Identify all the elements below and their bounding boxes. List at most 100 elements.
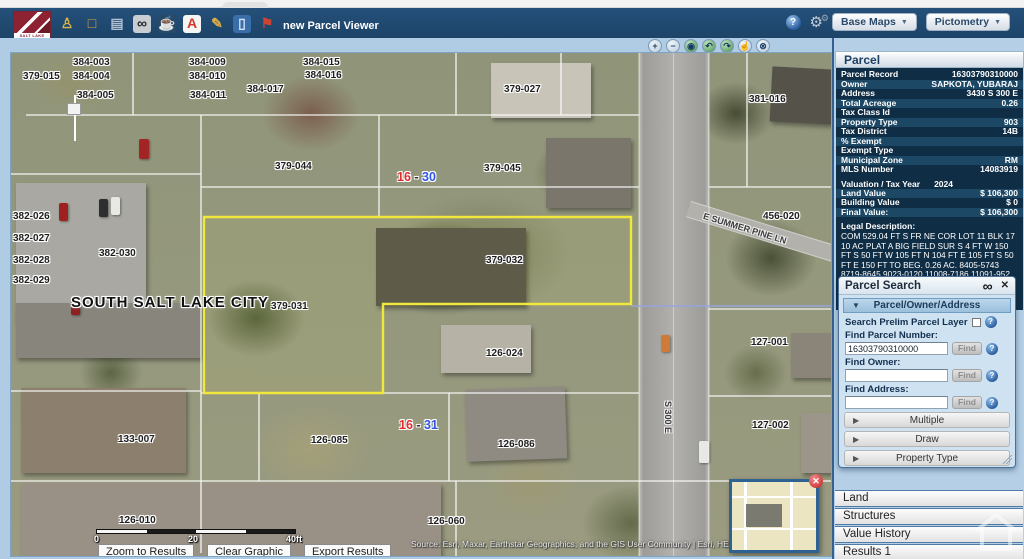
parcel-panel-header[interactable]: Parcel [835, 51, 1024, 68]
valuation-rows: Land Value$ 106,300Building Value$ 0Fina… [836, 189, 1023, 218]
parcel-label: 384-005 [77, 90, 114, 101]
aerial-map[interactable]: 379-015384-003384-004384-005384-009384-0… [10, 52, 832, 557]
help-icon[interactable]: ? [986, 343, 998, 355]
valuation-row: Final Value:$ 106,300 [836, 208, 1023, 218]
lot-red: 16 [399, 418, 413, 432]
settings-gear-icon[interactable]: ⚙⚙ [810, 15, 823, 30]
parcel-label: 384-004 [73, 71, 110, 82]
accordion-label: Draw [915, 434, 938, 445]
find-owner-find-button[interactable]: Find [952, 369, 982, 382]
resize-handle[interactable] [1003, 455, 1012, 464]
notes-icon[interactable]: ▯ [233, 15, 251, 33]
parcel-label: 379-015 [23, 71, 60, 82]
pan-tool[interactable]: ☝ [738, 39, 752, 53]
chevron-right-icon: ▶ [853, 454, 859, 463]
deactivate-tool[interactable]: ⊗ [756, 39, 770, 53]
parcel-label: 379-032 [486, 255, 523, 266]
clear-graphic-button[interactable]: Clear Graphic [207, 544, 291, 557]
export-results-button[interactable]: Export Results [304, 544, 392, 557]
accordion-label: Multiple [910, 415, 944, 426]
select-extent-icon[interactable]: □ [83, 15, 101, 33]
parcel-label: 456-020 [763, 211, 800, 222]
locate-marker-icon[interactable]: ♙ [58, 15, 76, 33]
parcel-label: 126-085 [311, 435, 348, 446]
parcel-info-panel: Parcel Record16303790310000OwnerSAPKOTA,… [836, 68, 1023, 310]
chevron-down-icon: ▼ [901, 19, 908, 26]
logo-mark [14, 12, 50, 33]
find-owner-input[interactable] [845, 369, 948, 382]
inset-extent-box[interactable] [746, 504, 782, 527]
next-extent-tool[interactable]: ↷ [720, 39, 734, 53]
full-extent-tool[interactable]: ◉ [684, 39, 698, 53]
pictometry-button[interactable]: Pictometry ▼ [926, 13, 1010, 31]
chevron-right-icon: ▶ [853, 416, 859, 425]
help-icon[interactable]: ? [986, 397, 998, 409]
binoculars-icon: ∞ [983, 279, 993, 293]
prelim-checkbox[interactable] [972, 318, 981, 327]
parcel-info-value: 0.26 [1001, 99, 1018, 109]
legal-description-label: Legal Description: [841, 221, 1018, 231]
find-address-find-button[interactable]: Find [952, 396, 982, 409]
parcel-search-header[interactable]: Parcel Search ∞ ✕ [839, 277, 1015, 295]
accordion-property-type[interactable]: ▶ Property Type [844, 450, 1010, 466]
base-maps-button[interactable]: Base Maps ▼ [832, 13, 917, 31]
scale-tick-40: 40ft [286, 534, 302, 544]
find-owner-label: Find Owner: [845, 357, 1009, 368]
section-parcel-owner-address[interactable]: ▼ Parcel/Owner/Address [843, 298, 1011, 313]
search-fields: Find Parcel Number:Find?Find Owner:Find?… [839, 330, 1015, 409]
layers-icon[interactable]: ▤ [108, 15, 126, 33]
parcel-label: 379-044 [275, 161, 312, 172]
parcel-label: 127-002 [752, 420, 789, 431]
scale-tick-20: 20 [188, 534, 198, 544]
parcel-label: 381-016 [749, 94, 786, 105]
find-address-input[interactable] [845, 396, 948, 409]
parcel-info-row: MLS Number14083919 [836, 165, 1023, 175]
search-accordions: ▶ Multiple ▶ Draw ▶ Property Type [839, 412, 1015, 466]
help-icon[interactable]: ? [986, 370, 998, 382]
accordion-land[interactable]: Land [835, 490, 1023, 507]
search-binoculars-icon[interactable]: ∞ [133, 15, 151, 33]
parcel-label: 384-010 [189, 71, 226, 82]
accordion-multiple[interactable]: ▶ Multiple [844, 412, 1010, 428]
zoom-to-results-button[interactable]: Zoom to Results [98, 544, 194, 557]
base-maps-label: Base Maps [841, 16, 896, 28]
parcel-info-label: MLS Number [841, 165, 893, 175]
find-parcel-number-label: Find Parcel Number: [845, 330, 1009, 341]
city-label: SOUTH SALT LAKE CITY [71, 294, 269, 311]
help-icon[interactable]: ? [985, 316, 997, 328]
help-icon[interactable]: ? [786, 15, 801, 30]
parcel-label: 384-009 [189, 57, 226, 68]
prelim-label: Search Prelim Parcel Layer [845, 317, 968, 328]
sidebar: Parcel Parcel Record16303790310000OwnerS… [832, 38, 1024, 559]
accordion-results-1[interactable]: Results 1 [835, 544, 1023, 559]
accordion-value-history[interactable]: Value History [835, 526, 1023, 543]
zoom-out-tool[interactable]: − [666, 39, 680, 53]
previous-extent-tool[interactable]: ↶ [702, 39, 716, 53]
find-parcel-number-input[interactable] [845, 342, 948, 355]
find-parcel-number-find-button[interactable]: Find [952, 342, 982, 355]
accordion-label: Property Type [896, 453, 958, 464]
lot-blue: 31 [424, 418, 438, 432]
draw-pencil-icon[interactable]: ✎ [208, 15, 226, 33]
identify-mug-icon[interactable]: ☕ [158, 15, 176, 33]
utility-pole-line [74, 95, 76, 141]
close-icon[interactable]: ✕ [1001, 280, 1009, 291]
utility-pole-marker [67, 103, 81, 115]
export-pdf-icon[interactable]: A [183, 15, 201, 33]
valuation-label: Valuation / Tax Year [841, 179, 920, 189]
parcel-label: 382-028 [13, 255, 50, 266]
overview-inset-map[interactable]: ✕ [729, 479, 819, 553]
inset-close-icon[interactable]: ✕ [809, 474, 823, 488]
parcel-label: 382-029 [13, 275, 50, 286]
flags-icon[interactable]: ⚑ [258, 15, 276, 33]
zoom-in-tool[interactable]: + [648, 39, 662, 53]
parcel-label: 384-016 [305, 70, 342, 81]
accordion-structures[interactable]: Structures [835, 508, 1023, 525]
parcel-label: 133-007 [118, 434, 155, 445]
parcel-label: 127-001 [751, 337, 788, 348]
chevron-right-icon: ▶ [853, 435, 859, 444]
find-address-label: Find Address: [845, 384, 1009, 395]
chevron-down-icon: ▼ [852, 301, 860, 310]
map-attribution: Source: Esri, Maxar, Earthstar Geographi… [411, 539, 752, 549]
accordion-draw[interactable]: ▶ Draw [844, 431, 1010, 447]
